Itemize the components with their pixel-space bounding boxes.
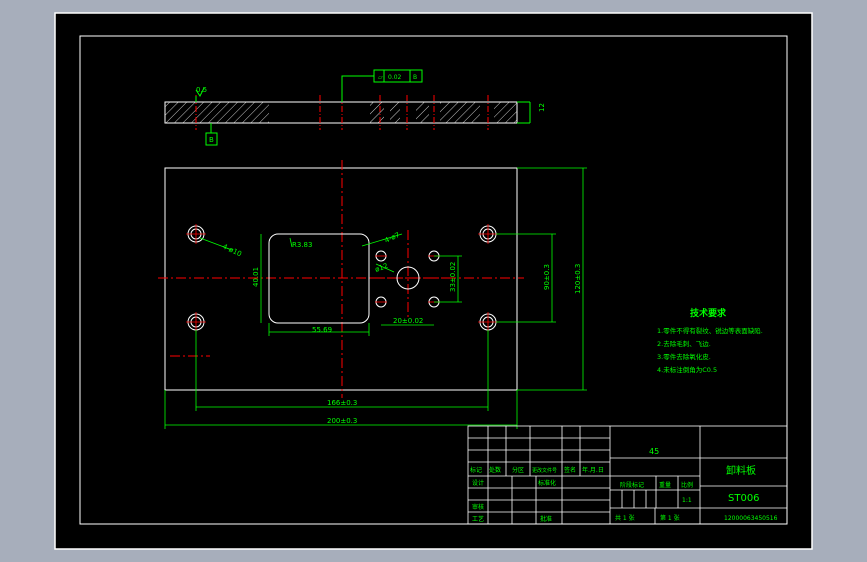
label-ratio: 比例 <box>681 481 693 489</box>
sheet-no: 第 1 张 <box>660 514 680 522</box>
dim-tol: 0.02 <box>388 74 402 81</box>
label-weight: 重量 <box>659 481 671 489</box>
hatch-2 <box>390 102 400 123</box>
hatch-1 <box>370 102 384 123</box>
material: 45 <box>649 447 659 456</box>
sheets-total: 共 1 张 <box>615 514 635 522</box>
dim-gap: 0.5 <box>196 86 207 94</box>
dim-total-w: 200±0.3 <box>327 417 357 425</box>
dim-total-h: 120±0.3 <box>574 264 582 294</box>
hatch-right <box>494 102 517 123</box>
requirement-1: 1.零件不得有裂纹、锐边等表面缺陷. <box>657 326 763 335</box>
part-name: 卸料板 <box>726 464 756 477</box>
requirement-2: 2.去除毛刺、飞边. <box>657 339 711 348</box>
label-audit: 审核 <box>472 503 484 511</box>
dim-vert-pitch: 33±0.02 <box>449 262 457 292</box>
requirement-4: 4.未标注倒角为C0.5 <box>657 365 717 374</box>
dim-h-inner: 40.01 <box>252 267 260 287</box>
hdr-change: 更改文件号 <box>532 467 557 474</box>
requirement-3: 3.零件去除氧化皮. <box>657 352 711 361</box>
hdr-count: 处数 <box>489 466 501 474</box>
dim-holes-y: 90±0.3 <box>543 264 551 290</box>
drawing-sheet <box>54 12 813 550</box>
flatness-symbol: ⏥ <box>378 74 383 81</box>
scale: 1:1 <box>682 497 692 504</box>
hdr-mark: 标记 <box>470 466 482 474</box>
drawing-canvas: 0.5 ⏥ 0.02 B B 12 4-ø10 R3.83 4-ø7 ø12 4… <box>54 12 813 550</box>
drawing-no: ST006 <box>728 493 760 504</box>
label-stage: 阶段标记 <box>620 481 644 489</box>
hdr-sign: 签名 <box>564 466 576 474</box>
hatch-4 <box>440 102 480 123</box>
dim-corner-r: R3.83 <box>292 241 312 249</box>
dim-thickness: 12 <box>538 103 546 112</box>
label-standardize: 标准化 <box>538 479 556 487</box>
file-no: 12000063450516 <box>724 515 778 522</box>
datum-a: B <box>413 74 417 81</box>
hdr-date: 年.月.日 <box>582 466 604 474</box>
dim-w-inner: 55.69 <box>312 326 332 334</box>
hdr-zone: 分区 <box>512 466 524 474</box>
dim-holes-x: 166±0.3 <box>327 399 357 407</box>
datum-b: B <box>209 136 214 144</box>
hatch-left <box>165 102 269 123</box>
hatch-3 <box>416 102 429 123</box>
dim-horiz-pitch: 20±0.02 <box>393 317 423 325</box>
label-design: 设计 <box>472 479 484 487</box>
label-process: 工艺 <box>472 515 484 523</box>
requirements-title: 技术要求 <box>690 307 727 319</box>
label-approve: 批准 <box>540 515 552 523</box>
